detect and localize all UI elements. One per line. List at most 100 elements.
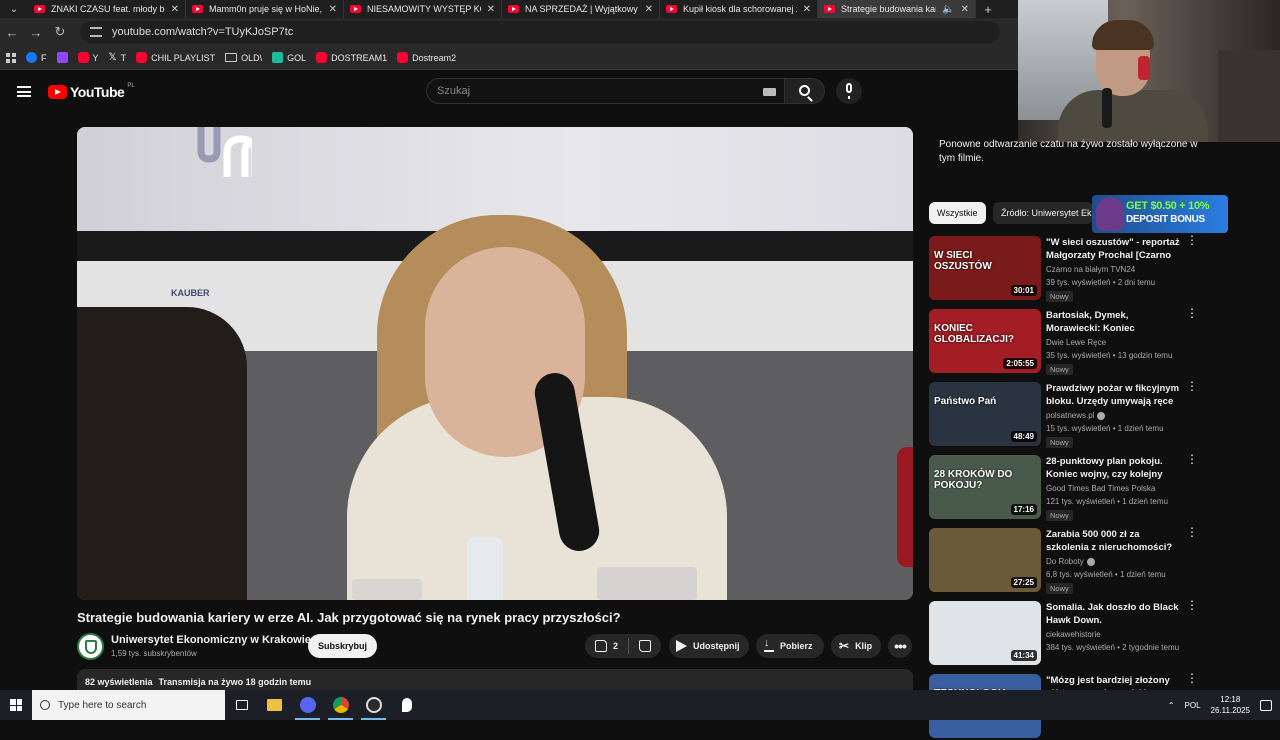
bookmark-item[interactable]	[56, 52, 68, 63]
keyboard-icon[interactable]	[763, 88, 776, 96]
taskbar-obs[interactable]	[357, 690, 390, 720]
channel-label: Good Times Bad Times Polska	[1046, 484, 1156, 493]
dislike-button[interactable]	[629, 634, 661, 658]
chip-all[interactable]: Wszystkie	[929, 202, 986, 224]
taskbar-search-input[interactable]	[58, 699, 218, 711]
video-thumbnail[interactable]: Państwo Pań 48:49	[929, 382, 1041, 446]
video-title: Strategie budowania kariery w erze AI. J…	[77, 610, 621, 625]
youtube-favicon-icon	[350, 5, 361, 13]
voice-search-button[interactable]	[836, 78, 862, 104]
more-actions-button[interactable]: •••	[888, 634, 912, 658]
more-options-icon[interactable]: ⋮	[1186, 380, 1198, 392]
bookmark-item[interactable]: Dostream2	[397, 52, 456, 63]
channel-name[interactable]: Uniwersytet Ekonomiczny w Krakowie	[111, 634, 311, 646]
close-tab-icon[interactable]: ✕	[961, 4, 969, 15]
chevron-up-icon[interactable]: ⌃	[1168, 701, 1175, 710]
video-thumbnail[interactable]: 28 KROKÓW DO POKOJU? 17:16	[929, 455, 1041, 519]
download-button[interactable]: Pobierz	[756, 634, 824, 658]
taskbar-discord[interactable]	[291, 690, 324, 720]
recommended-title[interactable]: Somalia. Jak doszło do Black Hawk Down.	[1046, 601, 1184, 627]
close-tab-icon[interactable]: ✕	[329, 4, 337, 15]
more-options-icon[interactable]: ⋮	[1186, 672, 1198, 684]
video-thumbnail[interactable]: W SIECI OSZUSTÓW 30:01	[929, 236, 1041, 300]
menu-icon[interactable]	[17, 86, 31, 97]
site-info-icon[interactable]	[90, 27, 102, 37]
browser-tab[interactable]: NIESAMOWITY WYSTĘP KOCHA ✕	[344, 0, 502, 18]
tab-search-menu-icon[interactable]: ⌄	[0, 0, 28, 18]
taskbar-file-explorer[interactable]	[258, 690, 291, 720]
recommended-title[interactable]: Zarabia 500 000 zł za szkolenia z nieruc…	[1046, 528, 1184, 554]
chip-source[interactable]: Źródło: Uniwersytet Ek	[993, 202, 1093, 224]
bookmark-item[interactable]: Y	[77, 52, 99, 63]
clip-button[interactable]: ✂ Klip	[831, 634, 881, 658]
notification-icon[interactable]	[1260, 699, 1272, 711]
recommended-video[interactable]: W SIECI OSZUSTÓW 30:01 "W sieci oszustów" …	[929, 234, 1199, 302]
taskbar-search[interactable]	[32, 690, 225, 720]
more-options-icon[interactable]: ⋮	[1186, 234, 1198, 246]
tab-title: Strategie budowania kariery	[841, 4, 936, 14]
recommended-channel[interactable]: Good Times Bad Times Polska	[1046, 484, 1155, 493]
reload-icon[interactable]: ↻	[48, 24, 72, 40]
apps-grid-icon[interactable]	[6, 52, 16, 63]
url-field[interactable]: youtube.com/watch?v=TUyKJoSP7tc	[80, 21, 1000, 43]
channel-avatar[interactable]	[77, 633, 104, 660]
taskbar-app[interactable]	[390, 690, 423, 720]
video-thumbnail[interactable]: 27:25	[929, 528, 1041, 592]
recommended-video[interactable]: 41:34 Somalia. Jak doszło do Black Hawk D…	[929, 599, 1199, 667]
chrome-icon	[332, 697, 349, 713]
speaker-icon[interactable]: 🔈	[942, 4, 954, 15]
recommended-title[interactable]: Bartosiak, Dymek, Morawiecki: Koniec glo…	[1046, 309, 1184, 335]
youtube-play-icon	[48, 85, 67, 99]
recommended-channel[interactable]: polsatnews.pl	[1046, 411, 1106, 420]
browser-tab[interactable]: NA SPRZEDAŻ | Wyjątkowy apa ✕	[502, 0, 660, 18]
close-tab-icon[interactable]: ✕	[487, 4, 495, 15]
close-tab-icon[interactable]: ✕	[645, 4, 653, 15]
browser-tab[interactable]: ZNAKI CZASU feat. młody będe ✕	[28, 0, 186, 18]
recommended-video[interactable]: 27:25 Zarabia 500 000 zł za szkolenia z n…	[929, 526, 1199, 594]
recommended-channel[interactable]: ciekawehistorie	[1046, 630, 1101, 639]
browser-tab-active[interactable]: Strategie budowania kariery 🔈 ✕	[818, 0, 976, 18]
search-input[interactable]	[437, 85, 757, 97]
search-button[interactable]	[785, 78, 825, 104]
bookmark-label: Y	[92, 52, 99, 63]
video-thumbnail[interactable]: KONIEC GLOBALIZACJI? 2:05:55	[929, 309, 1041, 373]
video-player[interactable]: KAUBER	[77, 127, 913, 600]
browser-tab[interactable]: Mamm0n pruje się w HoNie, p ✕	[186, 0, 344, 18]
bookmark-folder[interactable]: OLD\	[225, 53, 262, 63]
recommended-video[interactable]: 28 KROKÓW DO POKOJU? 17:16 28-punktowy pla…	[929, 453, 1199, 521]
ad-banner[interactable]: GET $0.50 + 10% DEPOSIT BONUS	[1092, 195, 1228, 233]
more-options-icon[interactable]: ⋮	[1186, 526, 1198, 538]
recommended-title[interactable]: "W sieci oszustów" - reportaż Małgorzaty…	[1046, 236, 1184, 262]
clock[interactable]: 12:18 26.11.2025	[1211, 694, 1250, 716]
recommended-channel[interactable]: Czarno na białym TVN24	[1046, 265, 1135, 274]
forward-icon[interactable]: →	[24, 25, 48, 40]
language-indicator[interactable]: POL	[1185, 701, 1201, 710]
more-options-icon[interactable]: ⋮	[1186, 599, 1198, 611]
taskbar-chrome[interactable]	[324, 690, 357, 720]
recommended-channel[interactable]: Dwie Lewe Ręce	[1046, 338, 1106, 347]
start-button[interactable]	[0, 690, 32, 720]
youtube-logo[interactable]: YouTube PL	[48, 83, 135, 100]
more-options-icon[interactable]: ⋮	[1186, 307, 1198, 319]
bookmark-item[interactable]: DOSTREAM1	[316, 52, 387, 63]
browser-tab[interactable]: Kupił kiosk dla schorowanej żo ✕	[660, 0, 818, 18]
recommended-channel[interactable]: Do Roboty	[1046, 557, 1095, 566]
new-tab-icon[interactable]: +	[976, 2, 1000, 17]
share-button[interactable]: Udostępnij	[669, 634, 749, 658]
recommended-title[interactable]: 28-punktowy plan pokoju. Koniec wojny, c…	[1046, 455, 1184, 481]
bookmark-item[interactable]: CHIL PLAYLIST	[136, 52, 215, 63]
subscribe-button[interactable]: Subskrybuj	[308, 634, 377, 658]
close-tab-icon[interactable]: ✕	[803, 4, 811, 15]
more-options-icon[interactable]: ⋮	[1186, 453, 1198, 465]
recommended-video[interactable]: KONIEC GLOBALIZACJI? 2:05:55 Bartosiak, Dy…	[929, 307, 1199, 375]
close-tab-icon[interactable]: ✕	[171, 4, 179, 15]
like-button[interactable]: 2	[585, 634, 628, 658]
back-icon[interactable]: ←	[0, 25, 24, 40]
bookmark-item[interactable]: GOL	[272, 52, 306, 63]
bookmark-item[interactable]: F	[26, 52, 47, 63]
recommended-title[interactable]: Prawdziwy pożar w fikcyjnym bloku. Urzęd…	[1046, 382, 1184, 408]
video-thumbnail[interactable]: 41:34	[929, 601, 1041, 665]
bookmark-item[interactable]: 𝕏T	[109, 52, 127, 63]
recommended-video[interactable]: Państwo Pań 48:49 Prawdziwy pożar w fikcyj…	[929, 380, 1199, 448]
task-view-button[interactable]	[225, 690, 258, 720]
